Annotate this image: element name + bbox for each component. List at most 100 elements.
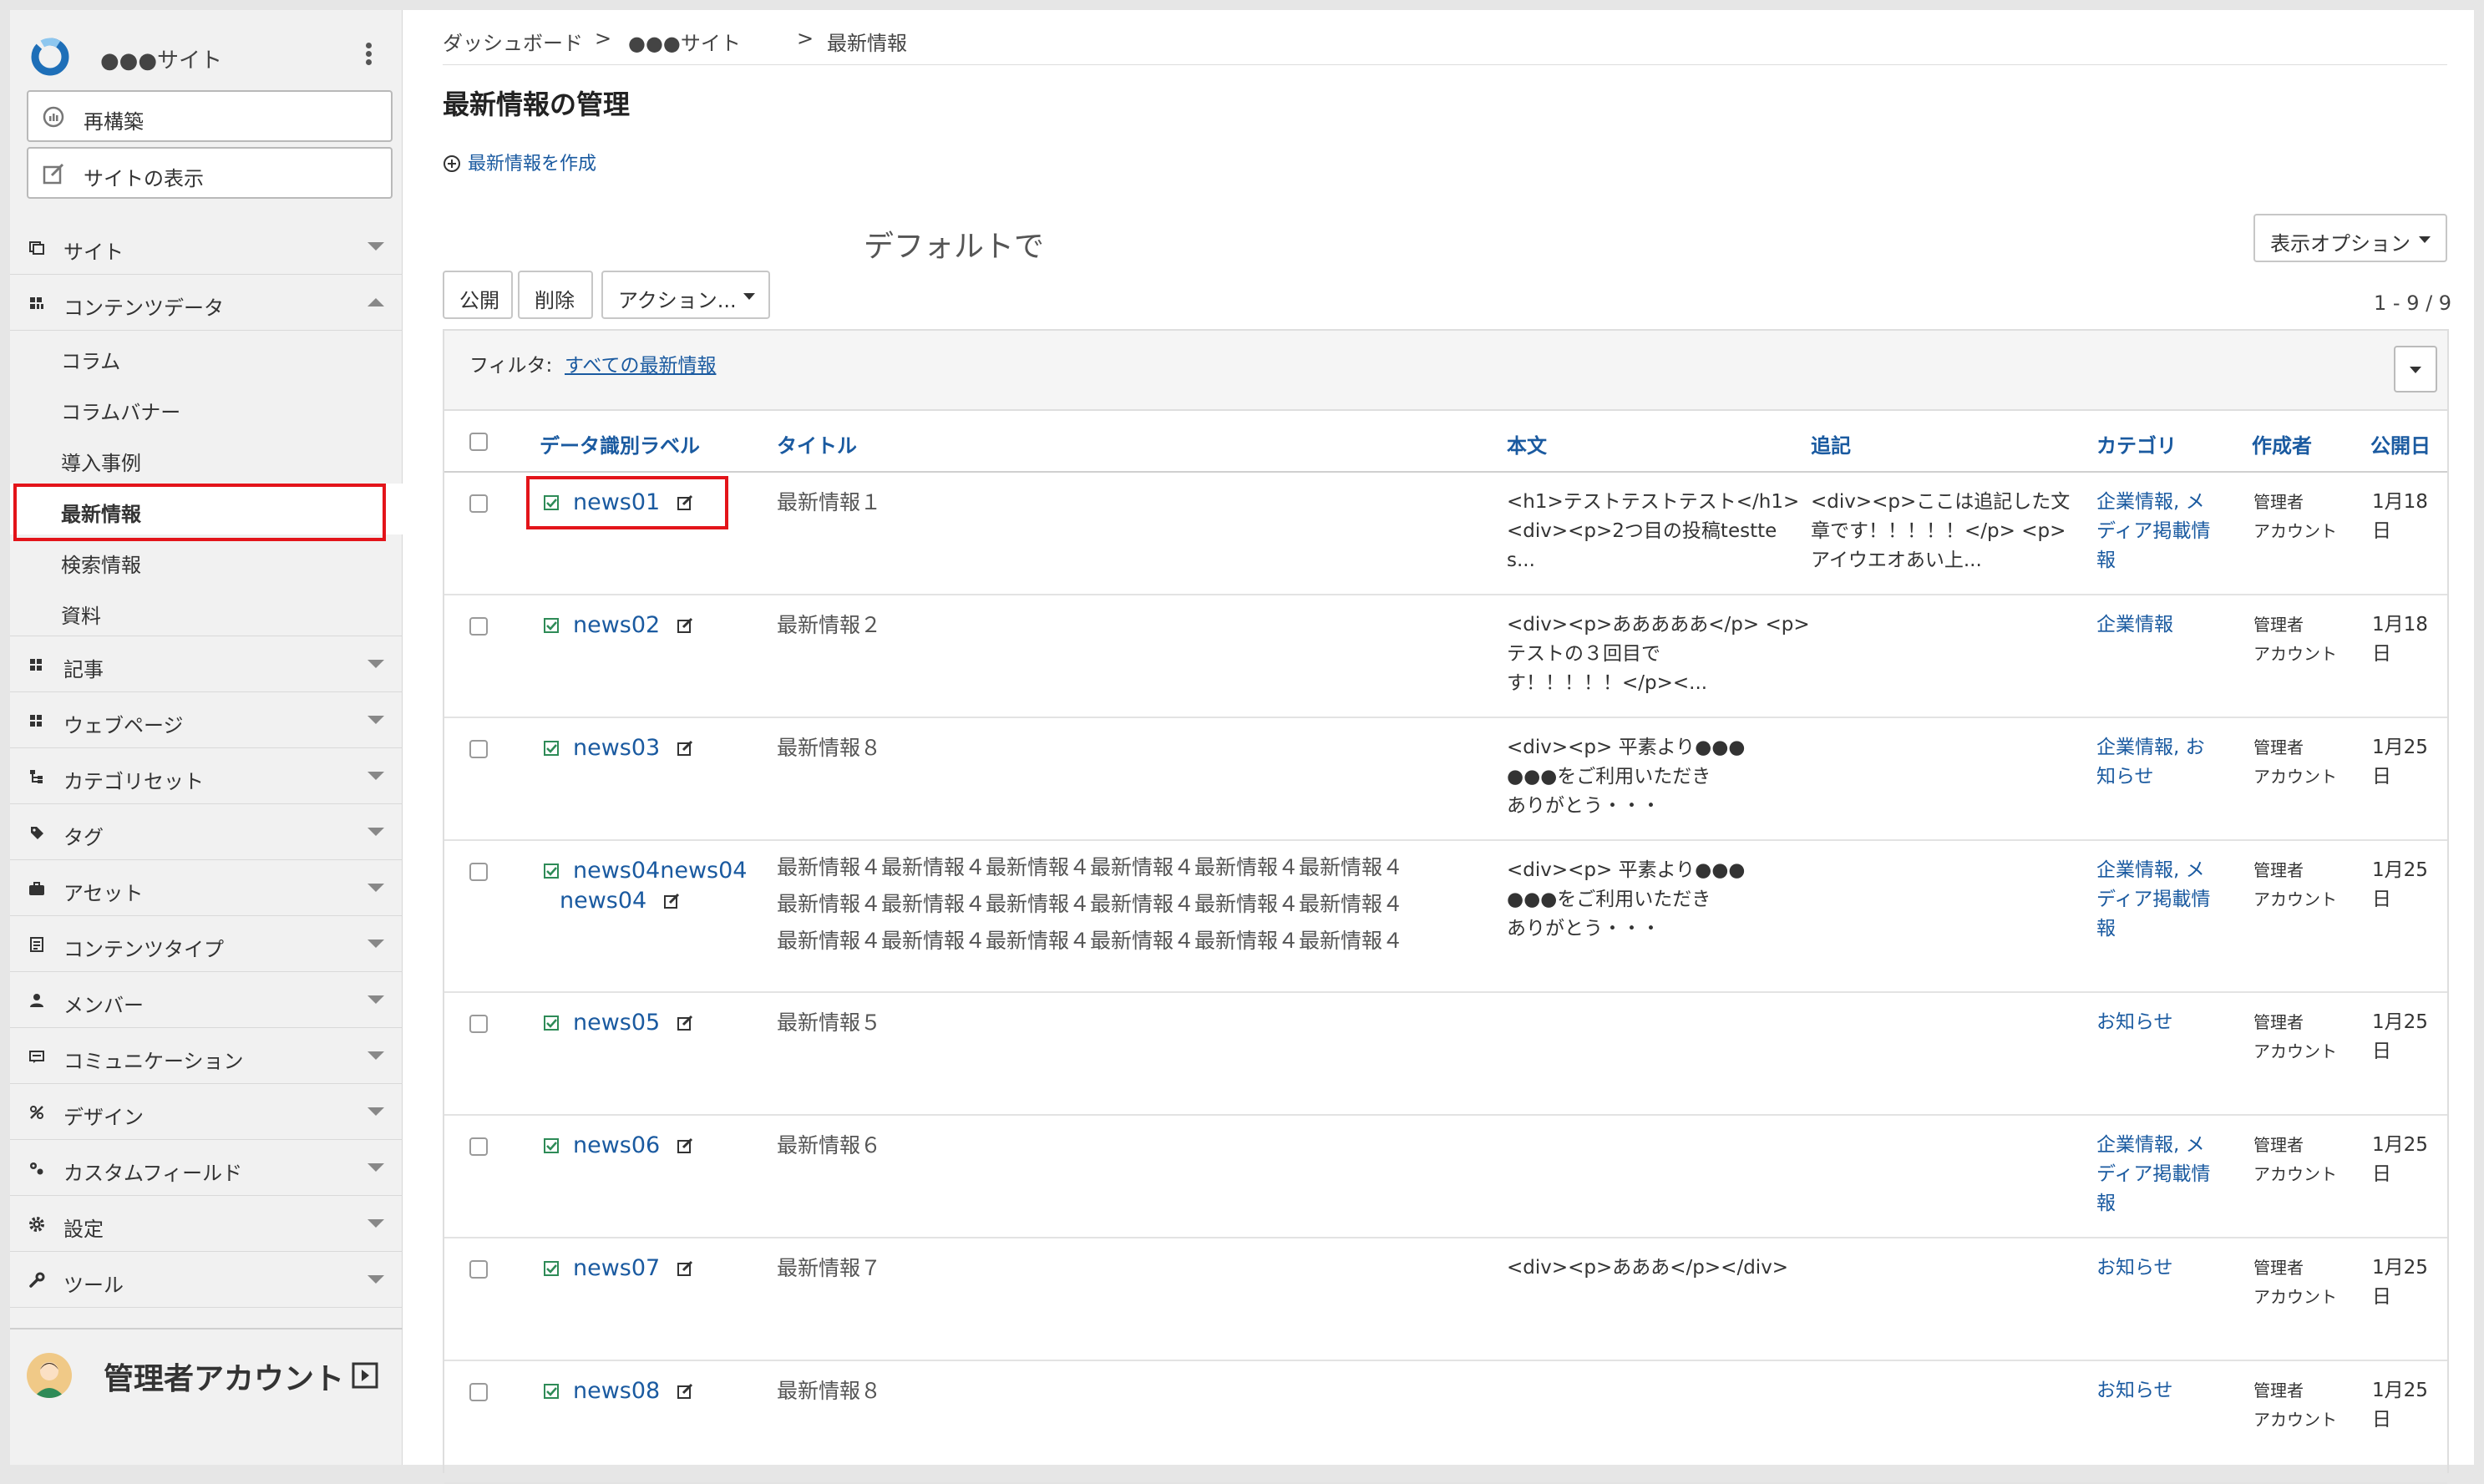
table-header: データ識別ラベル タイトル 本文 追記 カテゴリ 作成者 公開日 — [444, 411, 2447, 473]
table-row[interactable]: news03 最新情報８ <div><p> 平素より●●● ●●●をご利用いただき あり… — [444, 718, 2447, 841]
table-row[interactable]: news07 最新情報７ <div><p>あああ</p></div> お知らせ 管理者ア… — [444, 1238, 2447, 1361]
col-date[interactable]: 公開日 — [2370, 429, 2431, 458]
kebab-menu-icon[interactable] — [356, 40, 381, 73]
data-label-cell: news08 — [543, 1376, 693, 1406]
row-checkbox[interactable] — [469, 863, 488, 881]
body-cell-line: す！！！！！</p><... — [1507, 672, 1708, 694]
sidebar-subitem-materials[interactable]: 資料 — [10, 585, 403, 636]
col-author[interactable]: 作成者 — [2252, 429, 2312, 458]
chevron-down-icon — [368, 242, 384, 251]
row-checkbox[interactable] — [469, 617, 488, 636]
table-row[interactable]: news04news04 news04 最新情報４最新情報４最新情報４最新情報４最新… — [444, 841, 2447, 993]
edit-icon[interactable] — [677, 617, 693, 634]
table-row[interactable]: news08 最新情報８ お知らせ 管理者 アカウント 1月25 日 — [444, 1361, 2447, 1484]
edit-icon[interactable] — [663, 893, 680, 909]
date-cell-line: 1月25 — [2372, 1380, 2428, 1401]
sidebar-item-asset[interactable]: アセット — [10, 860, 403, 916]
title-cell: 最新情報８ — [777, 1379, 882, 1403]
data-label-link[interactable]: news05 — [573, 1010, 660, 1036]
sidebar-item-content-type[interactable]: コンテンツタイプ — [10, 916, 403, 972]
table-row[interactable]: news06 最新情報６ 企業情報, メディア掲載情報管理者 アカウント 1月25 日 — [444, 1116, 2447, 1238]
data-label-link[interactable]: news04news04 — [573, 858, 747, 884]
sidebar-item-webpage[interactable]: ウェブページ — [10, 692, 403, 748]
sidebar-item-communication[interactable]: コミュニケーション — [10, 1028, 403, 1084]
sidebar-item-tools[interactable]: ツール — [10, 1252, 403, 1308]
sidebar-subitem-column-banner[interactable]: コラムバナー — [10, 382, 403, 433]
delete-button[interactable]: 削除 — [518, 271, 593, 319]
col-category[interactable]: カテゴリ — [2096, 429, 2177, 458]
row-checkbox[interactable] — [469, 740, 488, 758]
table-row[interactable]: news05 最新情報５ お知らせ 管理者 アカウント 1月25 日 — [444, 993, 2447, 1116]
author-cell: 管理者 アカウント — [2253, 856, 2337, 914]
col-title[interactable]: タイトル — [777, 429, 857, 458]
sidebar-item-label: 記事 — [63, 658, 104, 681]
edit-icon[interactable] — [677, 1383, 693, 1400]
row-checkbox[interactable] — [469, 494, 488, 513]
sidebar-item-site[interactable]: サイト — [10, 219, 403, 275]
create-news-link[interactable]: 最新情報を作成 — [443, 149, 596, 175]
data-label-link[interactable]: news02 — [573, 612, 660, 638]
filter-bar: フィルタ: すべての最新情報 — [444, 331, 2447, 411]
settings-icon — [29, 1217, 44, 1232]
row-checkbox[interactable] — [469, 1260, 488, 1279]
sidebar-item-article[interactable]: 記事 — [10, 636, 403, 692]
data-label-link-cont[interactable]: news04 — [560, 888, 646, 914]
breadcrumb-dashboard[interactable]: ダッシュボード — [443, 27, 583, 56]
sidebar-subitem-search-info[interactable]: 検索情報 — [10, 534, 403, 585]
table-row[interactable]: news02 最新情報２ <div><p>あああああ</p> <p> テストの３回目で… — [444, 595, 2447, 718]
sidebar-item-category-set[interactable]: カテゴリセット — [10, 748, 403, 804]
rebuild-button[interactable]: 再構築 — [27, 90, 393, 142]
date-cell-line: 日 — [2372, 1041, 2391, 1062]
date-cell-line: 1月25 — [2372, 1134, 2428, 1156]
logout-icon[interactable] — [351, 1361, 379, 1390]
sidebar-item-label: ツール — [63, 1274, 124, 1297]
edit-icon[interactable] — [677, 1137, 693, 1154]
filter-label: フィルタ: — [469, 355, 553, 377]
select-all-checkbox[interactable] — [469, 433, 488, 451]
actions-dropdown[interactable]: アクション... — [601, 271, 770, 319]
sidebar-subitem-column[interactable]: コラム — [10, 331, 403, 382]
edit-icon[interactable] — [677, 1260, 693, 1277]
col-label[interactable]: データ識別ラベル — [540, 429, 700, 458]
category-cell-line: ディア掲載情 — [2096, 889, 2211, 910]
filter-toggle-button[interactable] — [2394, 346, 2437, 393]
author-cell-line: アカウント — [2253, 1164, 2337, 1184]
row-checkbox[interactable] — [469, 1383, 488, 1401]
row-checkbox[interactable] — [469, 1137, 488, 1156]
sidebar-item-design[interactable]: デザイン — [10, 1084, 403, 1140]
sidebar-item-label: コンテンツタイプ — [63, 938, 224, 961]
edit-icon[interactable] — [677, 740, 693, 757]
user-name[interactable]: 管理者アカウント — [104, 1355, 344, 1398]
sidebar-item-label: ウェブページ — [63, 714, 184, 737]
sidebar-item-settings[interactable]: 設定 — [10, 1196, 403, 1252]
author-cell-line: 管理者 — [2253, 1012, 2304, 1032]
table-row[interactable]: news01 最新情報１ <h1>テストテストテスト</h1> <div><p>2つ目… — [444, 473, 2447, 595]
breadcrumb: ダッシュボード > ●●●サイト > 最新情報 — [443, 18, 2447, 65]
date-cell-line: 1月25 — [2372, 737, 2428, 758]
data-label-link[interactable]: news06 — [573, 1132, 660, 1158]
date-cell: 1月25 日 — [2372, 733, 2428, 792]
breadcrumb-site[interactable]: ●●●サイト — [628, 27, 741, 56]
sidebar-item-content-data[interactable]: コンテンツデータ — [10, 275, 403, 331]
publish-button[interactable]: 公開 — [443, 271, 513, 319]
webpage-icon — [30, 715, 42, 727]
body-cell: <div><p> 平素より●●● ●●●をご利用いただき ありがとう・・・ — [1507, 856, 1745, 944]
sidebar-subitem-case-studies[interactable]: 導入事例 — [10, 433, 403, 484]
filter-value-link[interactable]: すべての最新情報 — [565, 349, 716, 377]
col-body[interactable]: 本文 — [1507, 429, 1547, 458]
avatar[interactable] — [27, 1353, 72, 1398]
sidebar-item-label: サイト — [63, 241, 124, 264]
data-label-link[interactable]: news03 — [573, 735, 660, 761]
view-site-button[interactable]: サイトの表示 — [27, 147, 393, 199]
sidebar-item-custom-field[interactable]: カスタムフィールド — [10, 1140, 403, 1196]
row-checkbox[interactable] — [469, 1015, 488, 1033]
sidebar-item-tag[interactable]: タグ — [10, 804, 403, 860]
edit-icon[interactable] — [677, 1015, 693, 1031]
sidebar-item-member[interactable]: メンバー — [10, 972, 403, 1028]
col-extra[interactable]: 追記 — [1811, 429, 1851, 458]
display-options-button[interactable]: 表示オプション — [2253, 214, 2447, 262]
data-label-link[interactable]: news08 — [573, 1378, 660, 1404]
title-line: 最新情報４最新情報４最新情報４最新情報４最新情報４最新情報４ — [777, 929, 1404, 953]
data-label-link[interactable]: news07 — [573, 1255, 660, 1281]
sidebar-subitem-news[interactable]: 最新情報 — [10, 484, 403, 541]
